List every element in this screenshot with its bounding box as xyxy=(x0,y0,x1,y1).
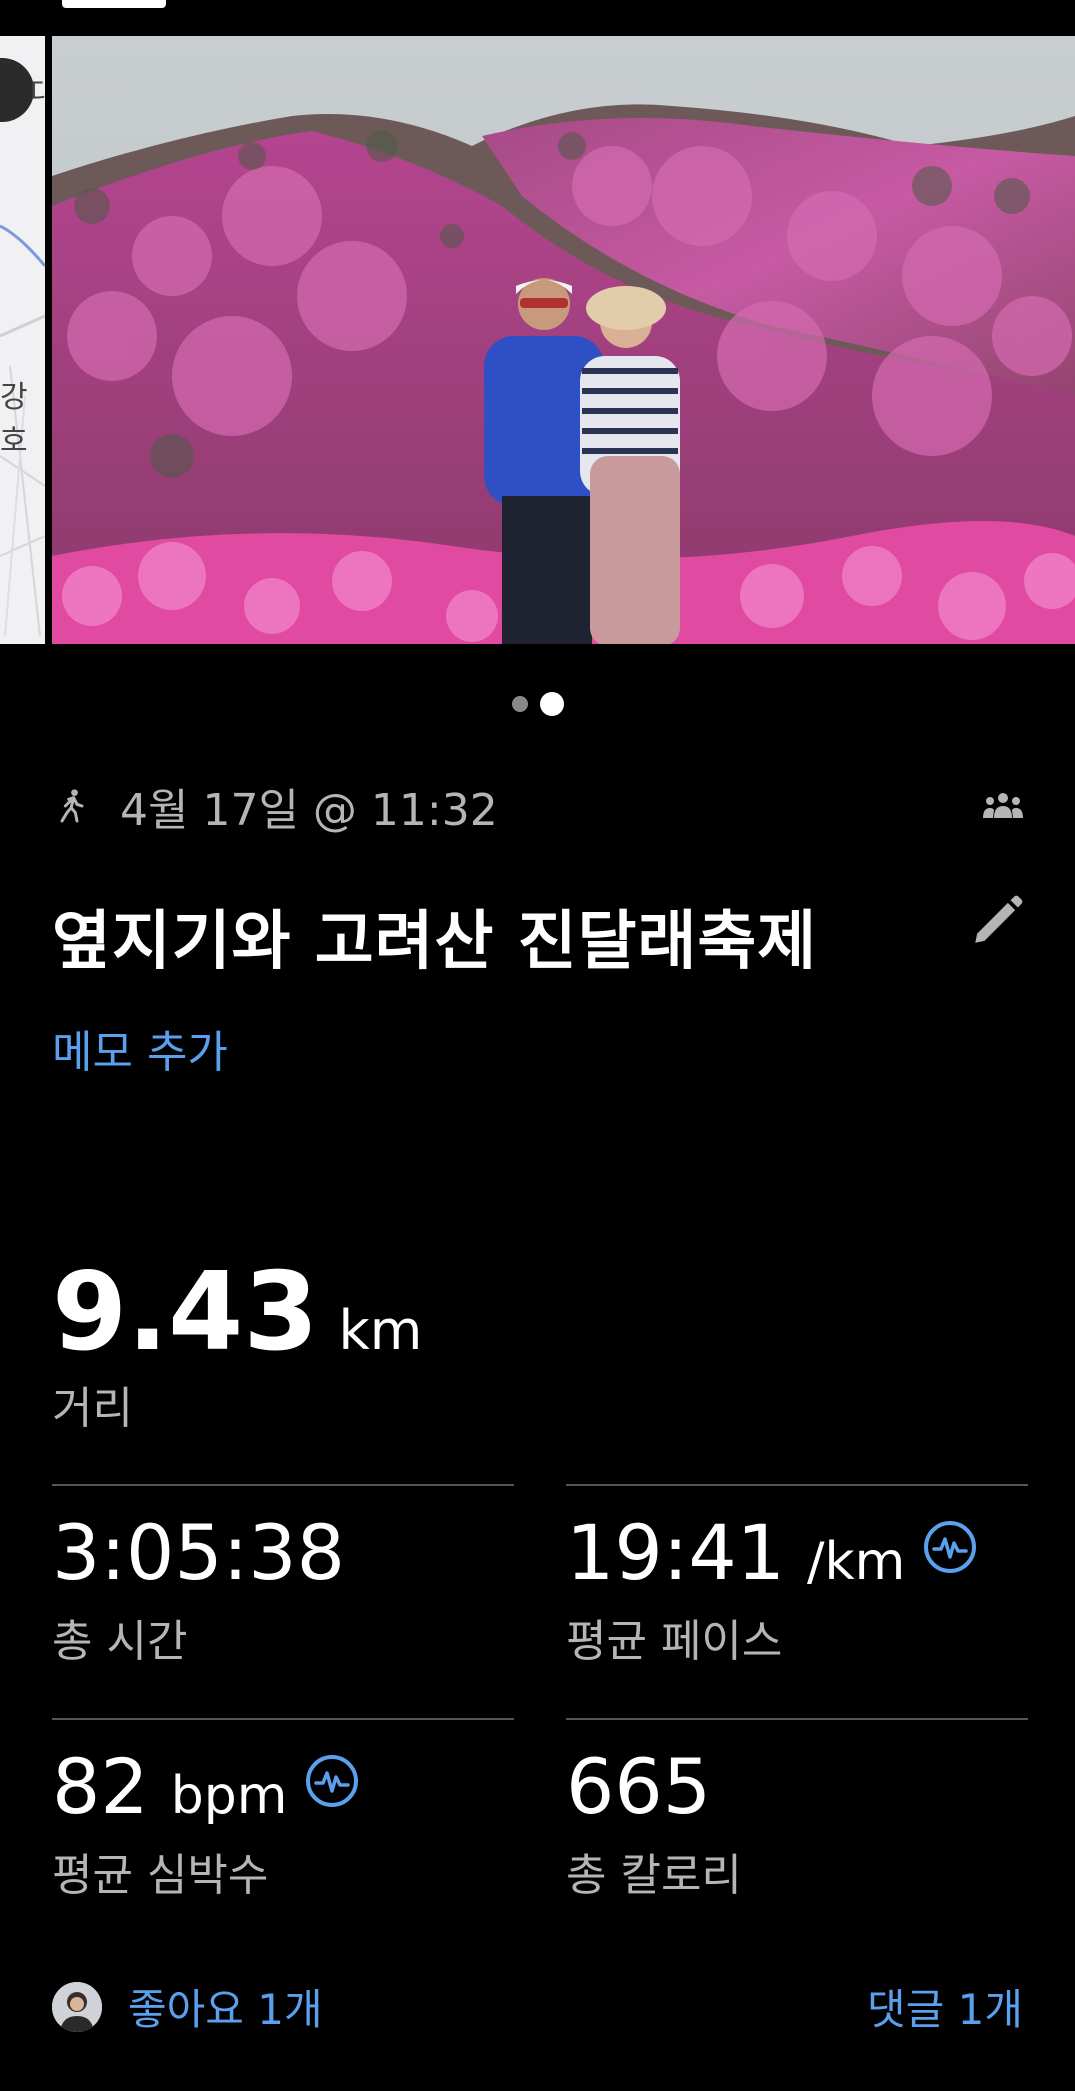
divider xyxy=(52,1484,514,1486)
carousel-indicator xyxy=(0,692,1075,716)
distance-label: 거리 xyxy=(52,1383,133,1434)
stat-value: 665 xyxy=(566,1742,712,1831)
group-icon[interactable] xyxy=(982,790,1024,820)
likes-count[interactable]: 좋아요 1개 xyxy=(128,1976,323,2037)
stat-unit: /km xyxy=(807,1532,906,1592)
add-memo-link[interactable]: 메모 추가 xyxy=(52,1016,228,1080)
photo-carousel[interactable]: 대 강호 xyxy=(0,36,1075,644)
azalea-mountain-photo xyxy=(52,36,1075,644)
stat-total-time: 3:05:38 총 시간 xyxy=(52,1484,514,1669)
stat-avg-pace: 19:41 /km 평균 페이스 xyxy=(566,1484,1028,1669)
tab-indicator xyxy=(62,0,166,8)
map-label: 대 xyxy=(30,76,45,111)
activity-meta: 4월 17일 @ 11:32 xyxy=(52,778,1024,836)
stat-total-calories: 665 총 칼로리 xyxy=(566,1718,1028,1903)
stat-value: 3:05:38 xyxy=(52,1508,345,1597)
comments-link[interactable]: 댓글 1개 xyxy=(867,1976,1023,2037)
divider xyxy=(52,1718,514,1720)
carousel-dot[interactable] xyxy=(511,696,528,712)
likes-section[interactable]: 좋아요 1개 xyxy=(52,1976,323,2037)
activity-datetime: 4월 17일 @ 11:32 xyxy=(120,785,498,836)
distance-value: 9.43 km xyxy=(52,1250,422,1375)
distance-unit: km xyxy=(338,1299,423,1362)
map-label: 강호 xyxy=(0,380,28,459)
pencil-icon[interactable] xyxy=(968,892,1026,950)
carousel-dot-active[interactable] xyxy=(539,692,564,716)
heart-rate-icon[interactable] xyxy=(923,1520,977,1574)
map-preview[interactable]: 대 강호 xyxy=(0,36,45,644)
stat-value: 19:41 xyxy=(566,1508,786,1597)
stat-label: 총 시간 xyxy=(52,1616,188,1667)
divider xyxy=(566,1484,1028,1486)
activity-photo[interactable] xyxy=(52,36,1075,644)
stat-unit: bpm xyxy=(170,1766,288,1826)
stat-label: 총 칼로리 xyxy=(566,1850,742,1901)
activity-title: 옆지기와 고려산 진달래축제 xyxy=(52,905,818,979)
divider xyxy=(566,1718,1028,1720)
stat-avg-heart-rate: 82 bpm 평균 심박수 xyxy=(52,1718,514,1903)
stat-label: 평균 심박수 xyxy=(52,1850,269,1901)
walk-icon xyxy=(60,789,84,823)
avatar[interactable] xyxy=(52,1981,102,2032)
stat-label: 평균 페이스 xyxy=(566,1616,783,1667)
map-image xyxy=(0,36,45,644)
heart-rate-icon[interactable] xyxy=(305,1754,359,1808)
stat-value: 82 xyxy=(52,1742,149,1831)
distance-number: 9.43 xyxy=(52,1250,319,1375)
